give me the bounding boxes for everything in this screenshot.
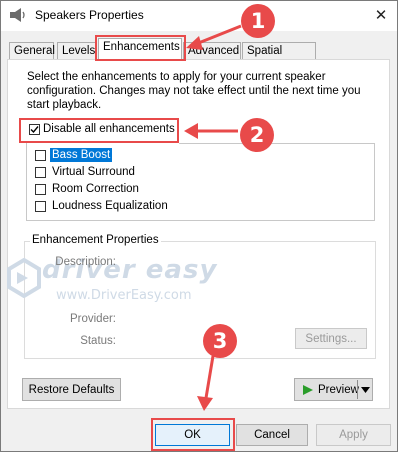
step-badge-2: 2 (240, 118, 274, 152)
annotation-arrows (184, 24, 242, 411)
step-badge-3: 3 (203, 324, 237, 358)
arrow-to-ok-icon (197, 355, 215, 411)
arrow-to-checkbox-icon (184, 123, 238, 139)
arrow-to-tab-icon (186, 24, 242, 50)
step-badge-1: 1 (241, 4, 275, 38)
